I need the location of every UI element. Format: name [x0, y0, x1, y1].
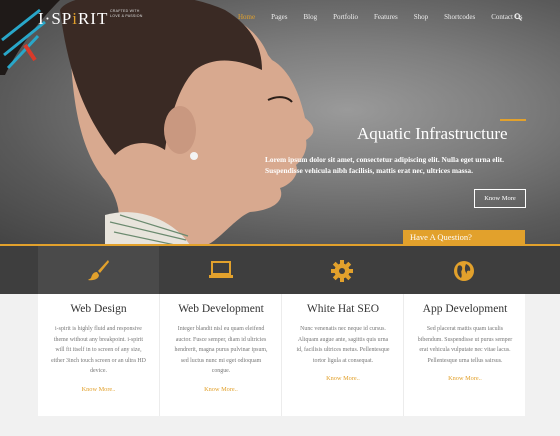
service-description: Integer blandit nisl eu quam eleifend au…	[174, 326, 268, 374]
search-icon[interactable]	[514, 13, 522, 21]
nav-item-portfolio[interactable]: Portfolio	[333, 13, 358, 21]
service-card-web-development: Web Development Integer blandit nisl eu …	[159, 294, 282, 416]
service-icon-cell-white-hat-seo[interactable]	[281, 246, 403, 294]
know-more-button[interactable]: Know More	[474, 189, 526, 208]
know-more-link[interactable]: Know More..	[282, 375, 404, 382]
know-more-link[interactable]: Know More..	[38, 386, 159, 393]
gear-icon	[331, 260, 353, 282]
service-title: Web Development	[178, 303, 264, 315]
nav-item-features[interactable]: Features	[374, 13, 398, 21]
service-icon-cell-web-design[interactable]	[38, 246, 159, 294]
globe-icon	[454, 261, 474, 281]
paintbrush-icon	[88, 260, 109, 281]
service-card-app-development: App Development Sed placerat mattis quam…	[403, 294, 526, 416]
slide-title-rule	[500, 119, 526, 121]
service-title: White Hat SEO	[306, 303, 380, 315]
nav-item-home[interactable]: Home	[238, 13, 255, 21]
have-a-question-tab[interactable]: Have A Question?	[403, 230, 525, 244]
laptop-icon	[209, 261, 233, 278]
service-description: Nunc venenatis nec neque id cursus. Aliq…	[296, 326, 390, 364]
nav-item-shortcodes[interactable]: Shortcodes	[444, 13, 475, 21]
slide-text: Lorem ipsum dolor sit amet, consectetur …	[265, 155, 504, 175]
nav-item-pages[interactable]: Pages	[271, 13, 287, 21]
site-tagline: CRAFTED WITH LOVE & PASSION	[110, 9, 143, 18]
nav-item-shop[interactable]: Shop	[414, 13, 428, 21]
service-description: Sed placerat mattis quam iaculis bibendu…	[417, 326, 513, 364]
services-section: Web Design i-spirit is highly fluid and …	[38, 294, 525, 416]
service-title: App Development	[422, 303, 508, 315]
service-card-web-design: Web Design i-spirit is highly fluid and …	[38, 294, 159, 416]
service-icon-cell-app-development[interactable]	[403, 246, 525, 294]
service-card-white-hat-seo: White Hat SEO Nunc venenatis nec neque i…	[281, 294, 404, 416]
hero-slider: I·SPiRIT CRAFTED WITH LOVE & PASSION Hom…	[0, 0, 560, 245]
service-description: i-spirit is highly fluid and responsive …	[51, 326, 146, 374]
site-logo[interactable]: I·SPiRIT	[38, 9, 108, 29]
main-nav: Home Pages Blog Portfolio Features Shop …	[238, 13, 539, 21]
nav-item-blog[interactable]: Blog	[303, 13, 317, 21]
service-icon-band	[0, 244, 560, 294]
header-bar: I·SPiRIT CRAFTED WITH LOVE & PASSION Hom…	[0, 0, 560, 38]
service-title: Web Design	[70, 303, 127, 315]
service-icon-cell-web-development[interactable]	[159, 246, 281, 294]
know-more-link[interactable]: Know More..	[160, 386, 282, 393]
know-more-link[interactable]: Know More..	[404, 375, 526, 382]
slide-title: Aquatic Infrastructure	[357, 124, 508, 143]
